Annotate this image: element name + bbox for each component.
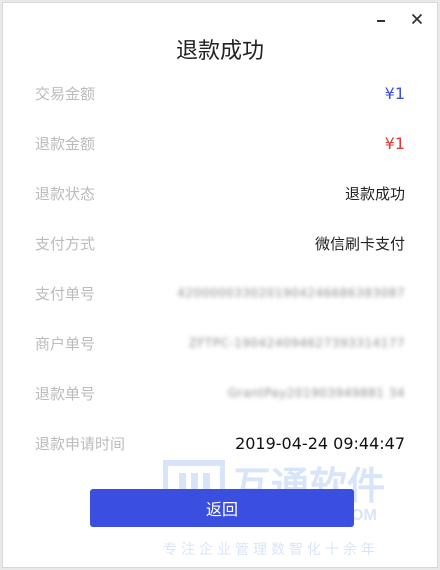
refund-number-value: GrantPay201903949881 34 (227, 386, 405, 400)
row-refund-amount: 退款金额 ¥1 (35, 131, 405, 155)
refund-amount-label: 退款金额 (35, 134, 96, 153)
row-refund-status: 退款状态 退款成功 (35, 181, 405, 205)
window-controls (373, 11, 425, 27)
refund-time-label: 退款申请时间 (35, 434, 126, 453)
payment-number-label: 支付单号 (35, 284, 96, 303)
row-transaction-amount: 交易金额 ¥1 (35, 81, 405, 105)
row-payment-method: 支付方式 微信刷卡支付 (35, 231, 405, 255)
payment-method-label: 支付方式 (35, 234, 96, 253)
payment-number-value: 4200000330201904246686383087 (177, 286, 405, 300)
merchant-number-label: 商户单号 (35, 334, 96, 353)
row-refund-number: 退款单号 GrantPay201903949881 34 (35, 381, 405, 405)
row-payment-number: 支付单号 4200000330201904246686383087 (35, 281, 405, 305)
refund-amount-value: ¥1 (384, 133, 405, 153)
refund-number-label: 退款单号 (35, 384, 96, 403)
watermark-slogan: 专注企业管理数智化十余年 (163, 542, 379, 558)
refund-status-value: 退款成功 (344, 184, 405, 203)
close-icon[interactable] (409, 11, 425, 27)
refund-time-value: 2019-04-24 09:44:47 (235, 433, 405, 453)
refund-success-dialog: 退款成功 交易金额 ¥1 退款金额 ¥1 退款状态 退款成功 支付方式 微信刷卡… (2, 2, 438, 568)
payment-method-value: 微信刷卡支付 (314, 234, 405, 253)
transaction-amount-label: 交易金额 (35, 84, 96, 103)
minimize-icon[interactable] (373, 11, 389, 27)
refund-status-label: 退款状态 (35, 184, 96, 203)
row-merchant-number: 商户单号 ZFTPC-190424094627393314177 (35, 331, 405, 355)
row-refund-time: 退款申请时间 2019-04-24 09:44:47 (35, 431, 405, 455)
dialog-title: 退款成功 (175, 39, 264, 64)
back-button[interactable]: 返回 (90, 489, 354, 527)
merchant-number-value: ZFTPC-190424094627393314177 (188, 336, 405, 350)
transaction-amount-value: ¥1 (384, 83, 405, 103)
